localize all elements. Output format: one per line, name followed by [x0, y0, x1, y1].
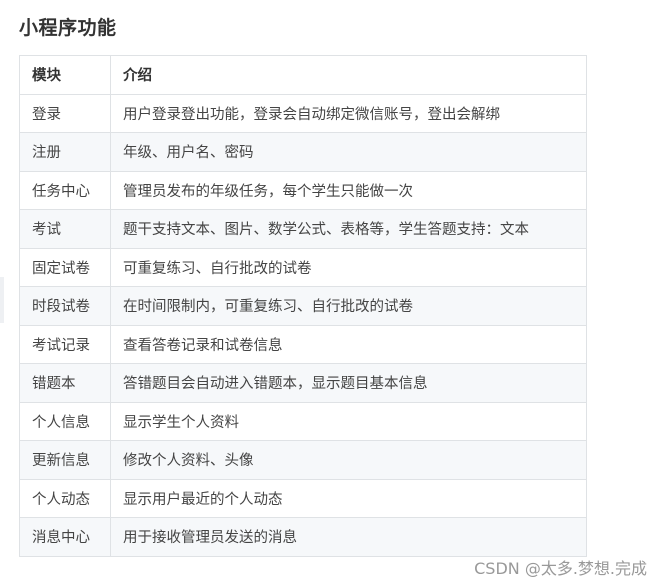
module-cell: 任务中心: [19, 170, 111, 210]
description-cell: 用户登录登出功能，登录会自动绑定微信账号，登出会解绑: [110, 93, 587, 133]
module-cell: 注册: [19, 132, 111, 172]
description-cell: 年级、用户名、密码: [110, 132, 587, 172]
table-row: 消息中心 用于接收管理员发送的消息: [19, 517, 587, 557]
table-row: 错题本 答错题目会自动进入错题本，显示题目基本信息: [19, 363, 587, 403]
table-row: 更新信息 修改个人资料、头像: [19, 440, 587, 480]
description-cell: 管理员发布的年级任务，每个学生只能做一次: [110, 170, 587, 210]
table-row: 登录 用户登录登出功能，登录会自动绑定微信账号，登出会解绑: [19, 93, 587, 133]
description-cell: 查看答卷记录和试卷信息: [110, 324, 587, 364]
header-description: 介绍: [110, 55, 587, 95]
table-header-row: 模块 介绍: [19, 55, 587, 95]
module-cell: 个人信息: [19, 401, 111, 441]
table-row: 任务中心 管理员发布的年级任务，每个学生只能做一次: [19, 170, 587, 210]
description-cell: 显示用户最近的个人动态: [110, 478, 587, 518]
table-row: 注册 年级、用户名、密码: [19, 132, 587, 172]
description-cell: 答错题目会自动进入错题本，显示题目基本信息: [110, 363, 587, 403]
module-cell: 固定试卷: [19, 247, 111, 287]
description-cell: 修改个人资料、头像: [110, 440, 587, 480]
module-cell: 登录: [19, 93, 111, 133]
module-cell: 时段试卷: [19, 286, 111, 326]
description-cell: 显示学生个人资料: [110, 401, 587, 441]
feature-table: 模块 介绍 登录 用户登录登出功能，登录会自动绑定微信账号，登出会解绑 注册 年…: [19, 55, 587, 557]
description-cell: 可重复练习、自行批改的试卷: [110, 247, 587, 287]
side-edge-marker: [0, 277, 4, 323]
page: 小程序功能 模块 介绍 登录 用户登录登出功能，登录会自动绑定微信账号，登出会解…: [0, 0, 661, 585]
header-module: 模块: [19, 55, 111, 95]
table-row: 固定试卷 可重复练习、自行批改的试卷: [19, 247, 587, 287]
section-heading: 小程序功能: [19, 17, 117, 39]
module-cell: 考试记录: [19, 324, 111, 364]
description-cell: 题干支持文本、图片、数学公式、表格等，学生答题支持：文本: [110, 209, 587, 249]
csdn-watermark: CSDN @太多.梦想.完成: [474, 559, 647, 578]
module-cell: 错题本: [19, 363, 111, 403]
table-row: 考试记录 查看答卷记录和试卷信息: [19, 324, 587, 364]
table-row: 时段试卷 在时间限制内，可重复练习、自行批改的试卷: [19, 286, 587, 326]
table-row: 个人信息 显示学生个人资料: [19, 401, 587, 441]
table-row: 考试 题干支持文本、图片、数学公式、表格等，学生答题支持：文本: [19, 209, 587, 249]
description-cell: 在时间限制内，可重复练习、自行批改的试卷: [110, 286, 587, 326]
module-cell: 个人动态: [19, 478, 111, 518]
module-cell: 更新信息: [19, 440, 111, 480]
table-row: 个人动态 显示用户最近的个人动态: [19, 478, 587, 518]
module-cell: 消息中心: [19, 517, 111, 557]
module-cell: 考试: [19, 209, 111, 249]
description-cell: 用于接收管理员发送的消息: [110, 517, 587, 557]
